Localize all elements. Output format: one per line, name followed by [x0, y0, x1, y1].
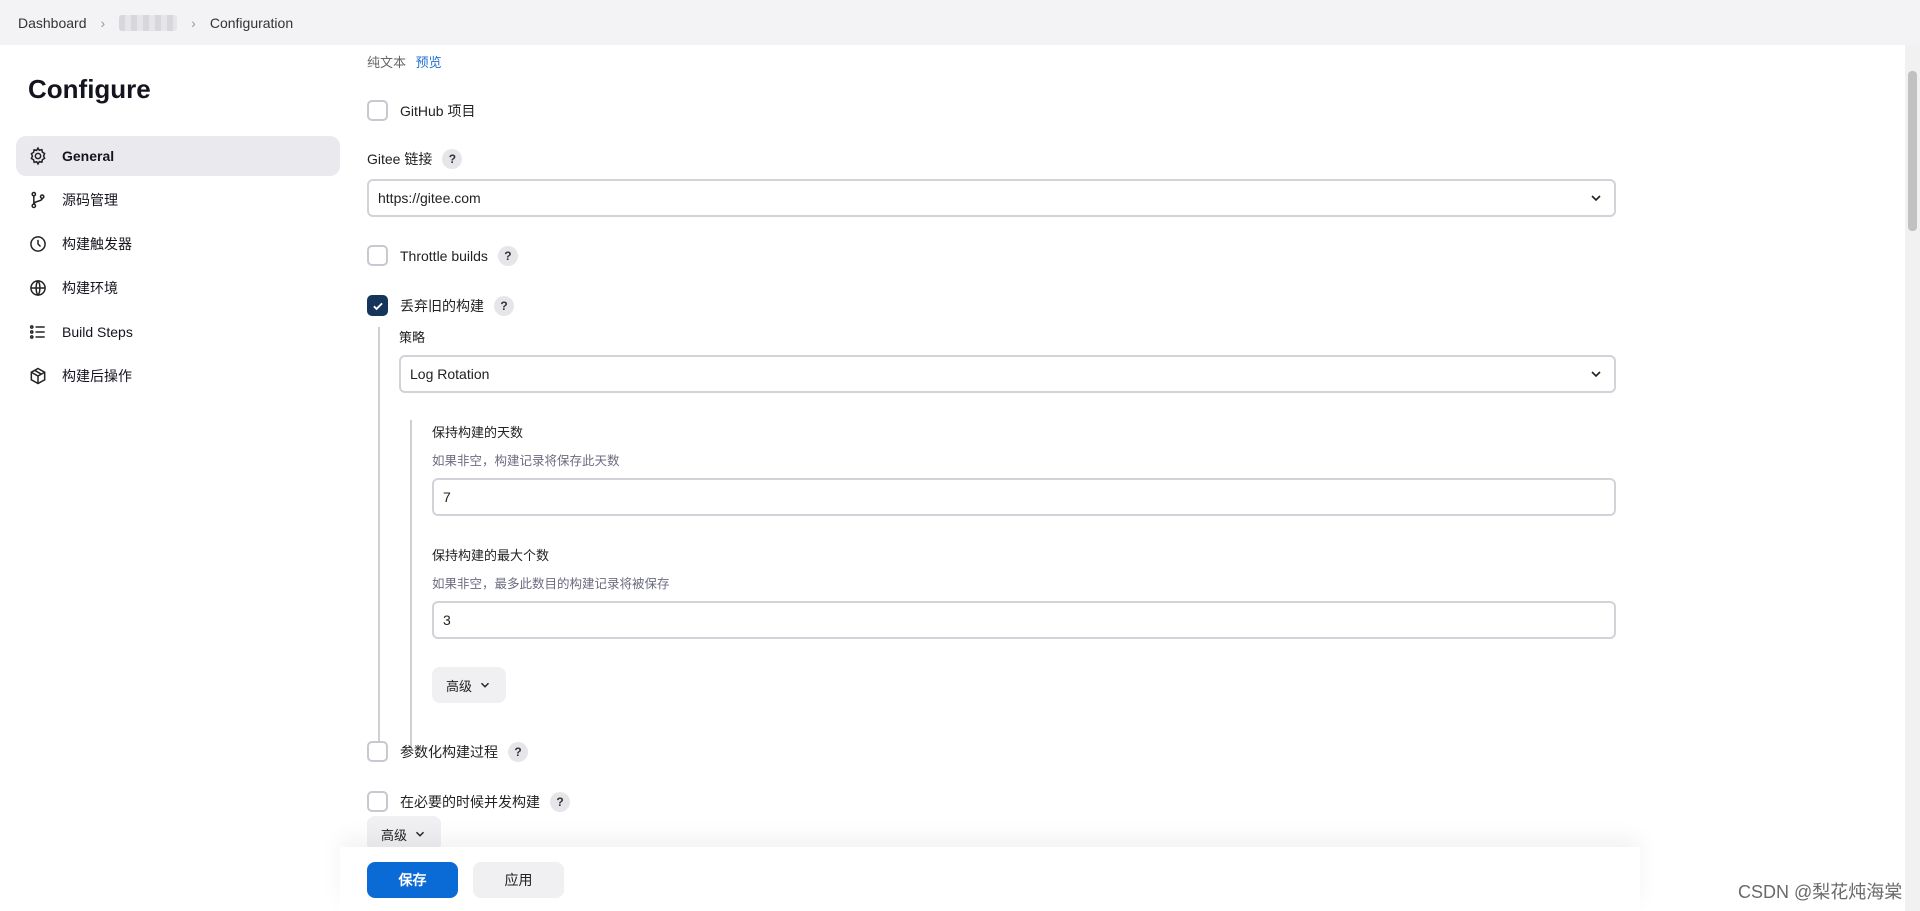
chevron-right-icon: › — [191, 14, 196, 31]
github-project-row: GitHub 项目 — [367, 100, 475, 121]
help-icon[interactable]: ? — [550, 791, 570, 812]
breadcrumb: Dashboard › › Configuration — [0, 0, 1920, 45]
days-to-keep-input[interactable]: 7 — [432, 478, 1616, 516]
gitee-link-value: https://gitee.com — [378, 190, 481, 206]
sidebar-item-source[interactable]: 源码管理 — [16, 180, 340, 220]
breadcrumb-project-blurred[interactable] — [119, 14, 178, 31]
help-icon[interactable]: ? — [508, 741, 528, 762]
chevron-down-icon — [416, 831, 425, 837]
page-title: Configure — [28, 74, 151, 104]
sidebar-item-label: General — [62, 148, 115, 164]
github-project-label: GitHub 项目 — [400, 102, 476, 119]
list-icon — [28, 322, 48, 342]
scrollbar[interactable] — [1905, 45, 1920, 911]
clock-icon — [28, 234, 48, 254]
breadcrumb-dashboard[interactable]: Dashboard — [18, 15, 87, 31]
days-to-keep-value: 7 — [443, 489, 451, 505]
discard-old-builds-checkbox[interactable] — [367, 295, 388, 316]
sidebar-item-build-steps[interactable]: Build Steps — [16, 312, 340, 352]
throttle-builds-checkbox[interactable] — [367, 245, 388, 266]
sidebar-item-label: 构建后操作 — [62, 368, 132, 384]
help-icon[interactable]: ? — [442, 149, 463, 169]
chevron-down-icon — [1591, 195, 1601, 202]
sidebar-item-environment[interactable]: 构建环境 — [16, 268, 340, 308]
preview-link[interactable]: 预览 — [416, 55, 442, 70]
apply-button[interactable]: 应用 — [473, 862, 564, 898]
days-to-keep-description: 如果非空，构建记录将保存此天数 — [432, 454, 620, 468]
plain-text-label: 纯文本 — [367, 55, 407, 70]
sidebar-nav: General 源码管理 构建触发器 构建环境 Build Steps 构建后操… — [16, 136, 340, 400]
description-format: 纯文本 预览 — [367, 52, 442, 71]
globe-icon — [28, 278, 48, 298]
gitee-link-label-row: Gitee 链接 ? — [367, 149, 463, 169]
strategy-value: Log Rotation — [410, 366, 490, 382]
branch-icon — [28, 190, 48, 210]
discard-old-builds-row: 丢弃旧的构建 ? — [367, 295, 514, 316]
max-builds-value: 3 — [443, 612, 451, 628]
advanced-outer-label: 高级 — [381, 827, 408, 843]
throttle-builds-row: Throttle builds ? — [367, 245, 518, 266]
concurrent-builds-row: 在必要的时候并发构建 ? — [367, 791, 570, 812]
strategy-select[interactable]: Log Rotation — [399, 355, 1616, 393]
watermark: CSDN @梨花炖海棠 — [1738, 882, 1903, 902]
save-button[interactable]: 保存 — [367, 862, 458, 898]
scrollbar-thumb[interactable] — [1908, 71, 1917, 231]
chevron-down-icon — [1591, 371, 1601, 378]
chevron-right-icon: › — [100, 14, 106, 31]
sidebar-item-post-build[interactable]: 构建后操作 — [16, 356, 340, 396]
nested-section-line — [378, 327, 380, 747]
parameterized-checkbox[interactable] — [367, 741, 388, 762]
strategy-label: 策略 — [399, 330, 426, 345]
sidebar-item-label: 源码管理 — [62, 192, 118, 208]
max-builds-label: 保持构建的最大个数 — [432, 548, 550, 563]
sidebar-item-label: Build Steps — [62, 324, 133, 340]
gear-icon — [28, 146, 48, 166]
throttle-builds-label: Throttle builds — [400, 247, 488, 264]
max-builds-input[interactable]: 3 — [432, 601, 1616, 639]
nested-subsection-line — [410, 420, 412, 747]
chevron-down-icon — [481, 682, 490, 688]
concurrent-builds-label: 在必要的时候并发构建 — [400, 793, 540, 810]
sidebar-item-general[interactable]: General — [16, 136, 340, 176]
gitee-link-label: Gitee 链接 — [367, 151, 433, 167]
concurrent-builds-checkbox[interactable] — [367, 791, 388, 812]
sidebar-item-label: 构建触发器 — [62, 236, 132, 252]
parameterized-label: 参数化构建过程 — [400, 743, 498, 760]
github-project-checkbox[interactable] — [367, 100, 388, 121]
sidebar-item-label: 构建环境 — [62, 280, 118, 296]
advanced-label: 高级 — [446, 678, 473, 694]
help-icon[interactable]: ? — [497, 245, 518, 266]
days-to-keep-label: 保持构建的天数 — [432, 425, 524, 440]
sidebar-item-triggers[interactable]: 构建触发器 — [16, 224, 340, 264]
max-builds-description: 如果非空，最多此数目的构建记录将被保存 — [432, 577, 670, 591]
checkmark-icon — [372, 302, 383, 310]
breadcrumb-current: Configuration — [209, 14, 294, 31]
help-icon[interactable]: ? — [494, 295, 514, 316]
advanced-button[interactable]: 高级 — [432, 667, 507, 703]
gitee-link-select[interactable]: https://gitee.com — [367, 179, 1616, 217]
package-icon — [28, 366, 48, 386]
discard-old-builds-label: 丢弃旧的构建 — [400, 297, 484, 314]
parameterized-row: 参数化构建过程 ? — [367, 741, 528, 762]
